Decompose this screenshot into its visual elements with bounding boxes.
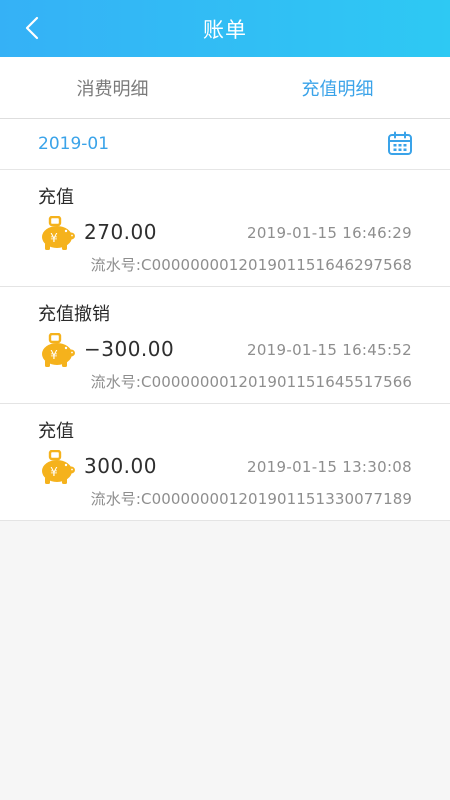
list-item[interactable]: 充值 ¥ 270.00 2019-01-15 16:46:29 流水号:C000…: [0, 170, 450, 287]
app-header: 账单: [0, 0, 450, 57]
record-amount: −300.00: [84, 337, 175, 361]
piggy-bank-icon: ¥: [42, 450, 75, 484]
back-button[interactable]: [18, 14, 46, 42]
tab-recharge-details[interactable]: 充值明细: [225, 57, 450, 118]
tab-bar: 消费明细 充值明细: [0, 57, 450, 119]
record-type: 充值撤销: [38, 304, 110, 325]
list-item[interactable]: 充值 ¥ 300.00 2019-01-15 13:30:08 流水号:C000…: [0, 404, 450, 521]
page-title: 账单: [203, 17, 247, 42]
svg-text:¥: ¥: [50, 231, 58, 245]
chevron-left-icon: [25, 16, 39, 40]
record-time: 2019-01-15 16:46:29: [246, 224, 412, 242]
record-type: 充值: [38, 421, 74, 442]
record-time: 2019-01-15 16:45:52: [246, 341, 412, 359]
record-serial-number: 流水号:C000000001201901151330077189: [90, 490, 412, 508]
month-filter-bar: 2019-01: [0, 119, 450, 170]
month-selector[interactable]: 2019-01: [38, 134, 109, 154]
svg-text:¥: ¥: [50, 348, 58, 362]
svg-text:¥: ¥: [50, 465, 58, 479]
record-serial-number: 流水号:C000000001201901151645517566: [90, 373, 412, 391]
list-item[interactable]: 充值撤销 ¥ −300.00 2019-01-15 16:45:52 流水号:C…: [0, 287, 450, 404]
record-type: 充值: [38, 187, 74, 208]
piggy-bank-icon: ¥: [42, 333, 75, 367]
piggy-bank-icon: ¥: [42, 216, 75, 250]
record-serial-number: 流水号:C000000001201901151646297568: [90, 256, 412, 274]
record-amount: 300.00: [84, 454, 157, 478]
calendar-icon[interactable]: [387, 131, 413, 157]
tab-consumption-details[interactable]: 消费明细: [0, 57, 225, 118]
record-time: 2019-01-15 13:30:08: [246, 458, 412, 476]
record-amount: 270.00: [84, 220, 157, 244]
